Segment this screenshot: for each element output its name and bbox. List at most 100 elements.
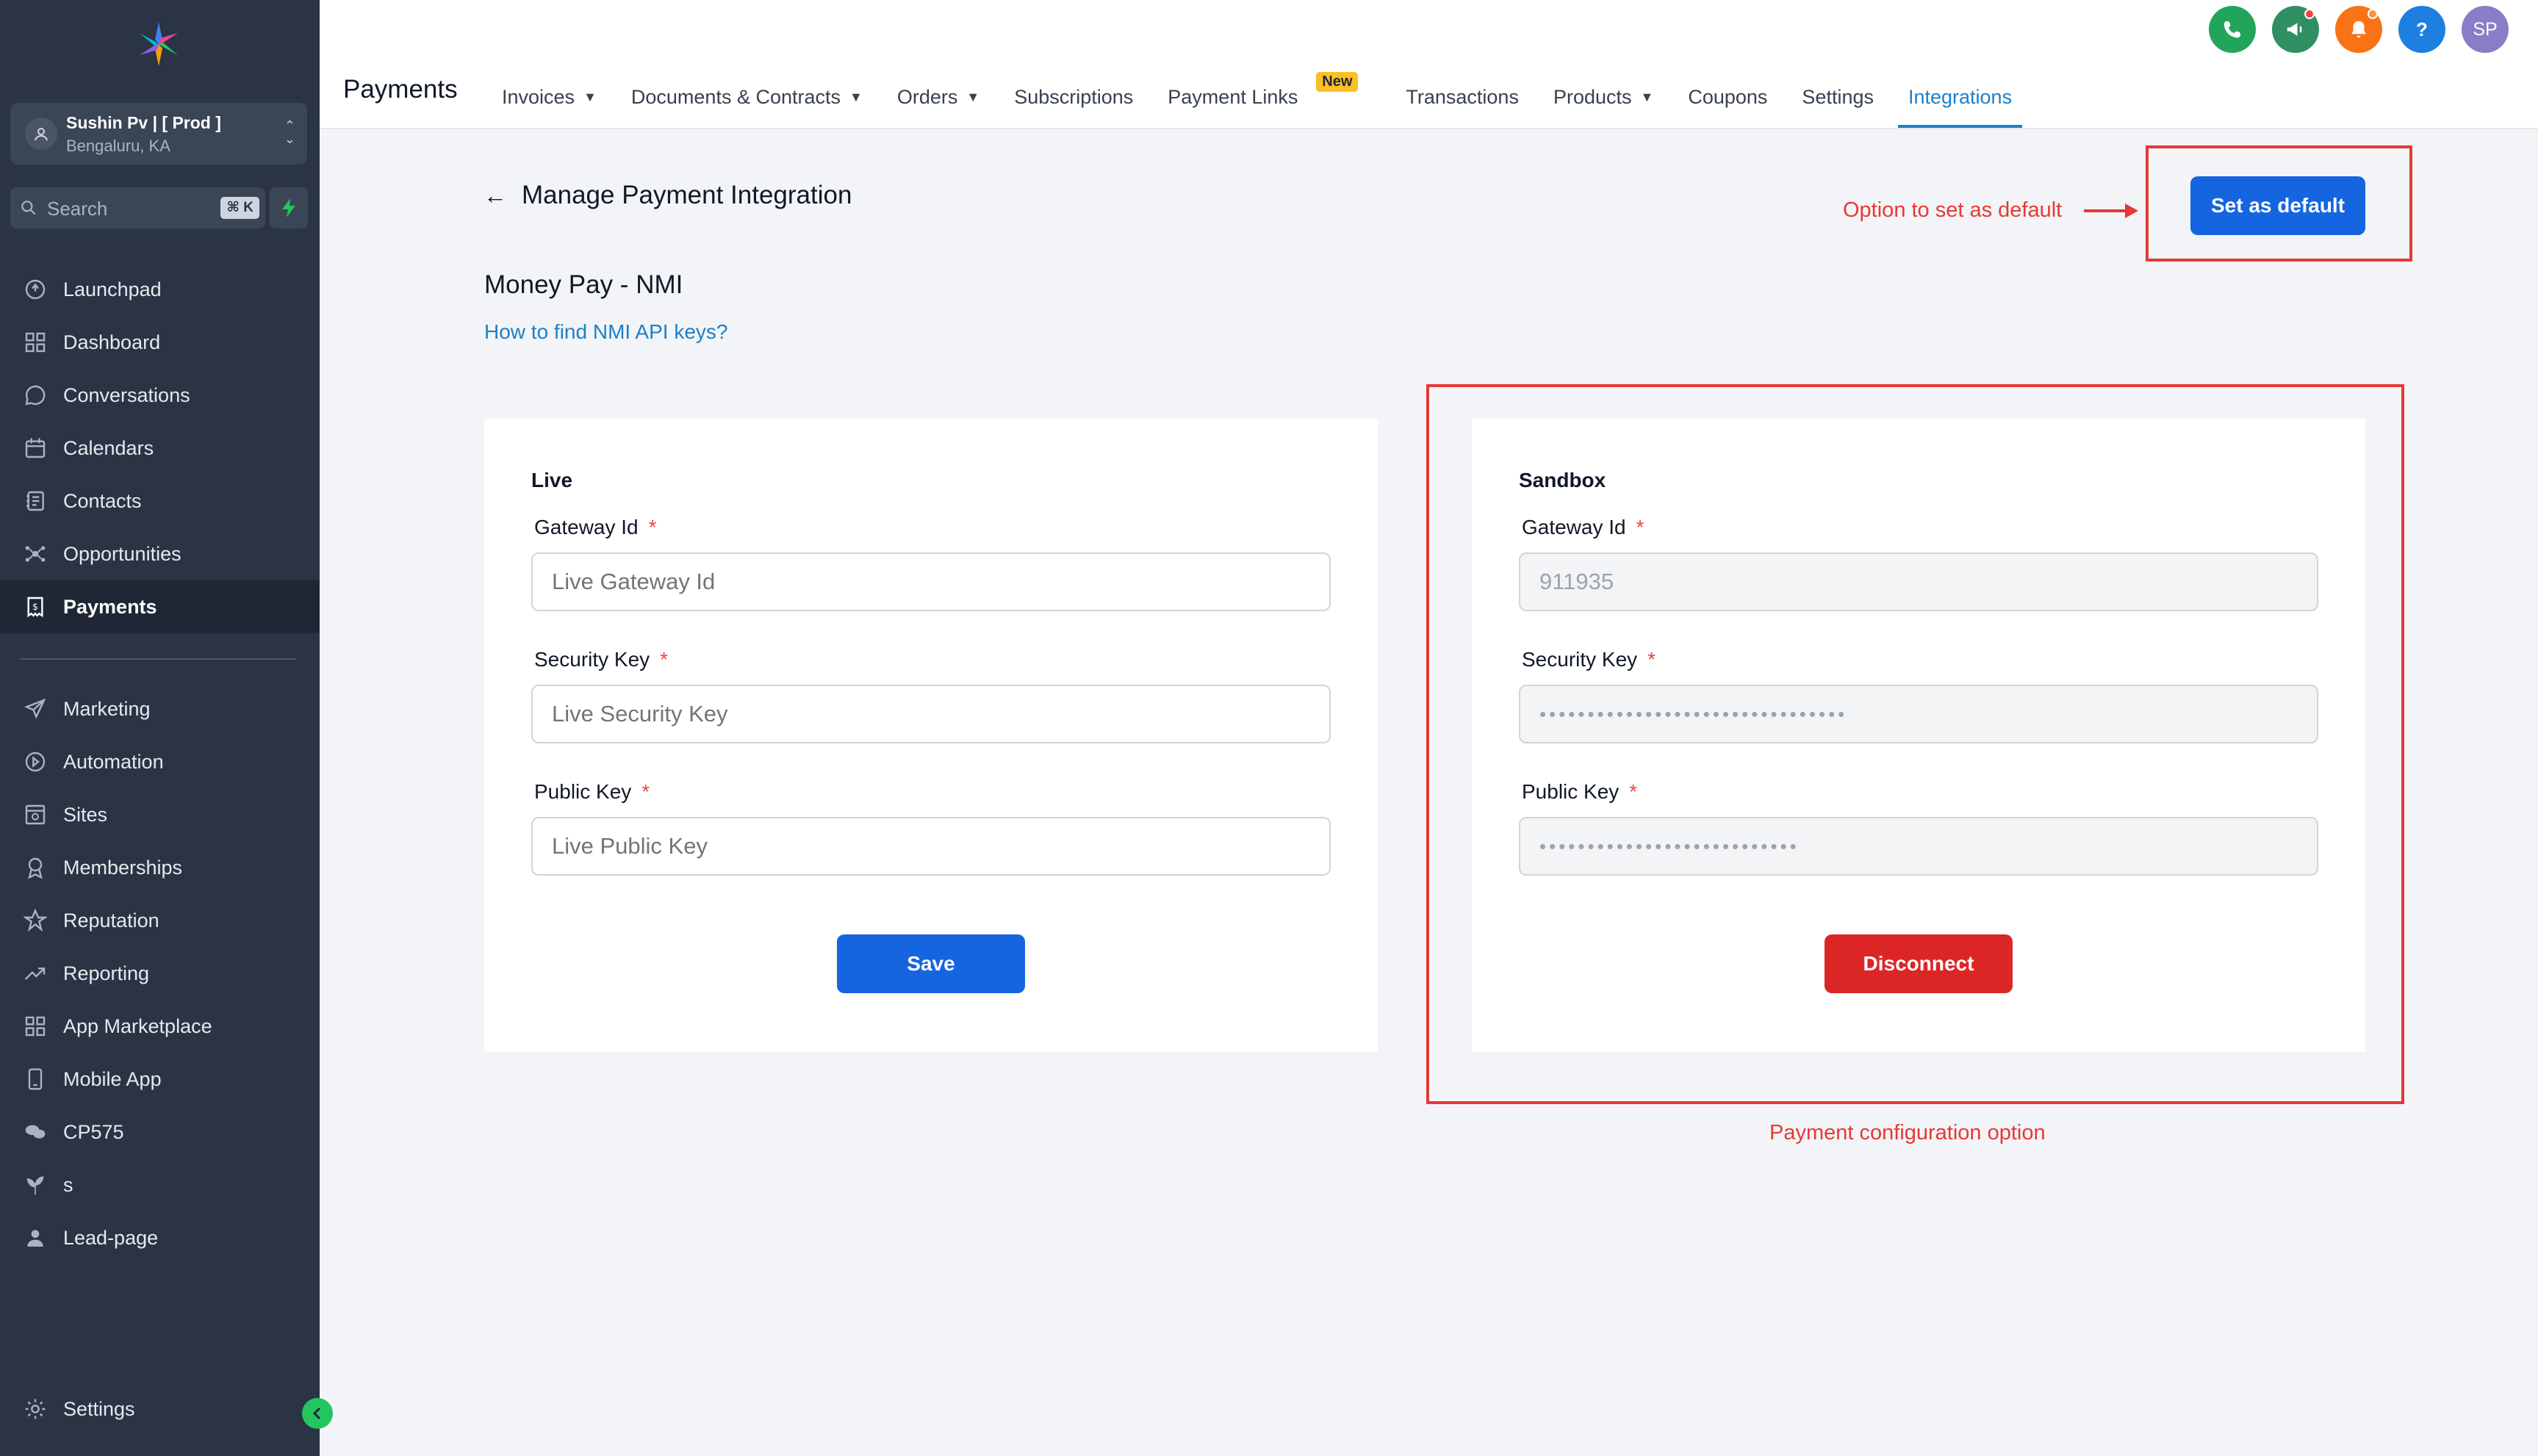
tab-label: Integrations xyxy=(1908,85,2013,108)
sidebar-item-label: s xyxy=(63,1173,73,1196)
nmi-api-keys-help-link[interactable]: How to find NMI API keys? xyxy=(484,320,727,344)
sidebar-search[interactable]: Search ⌘ K xyxy=(10,187,265,228)
trend-icon xyxy=(21,959,50,988)
help-icon[interactable]: ? xyxy=(2398,6,2445,53)
payments-icon: $ xyxy=(21,592,50,621)
config-annotation: Payment configuration option xyxy=(1769,1121,2046,1145)
back-arrow-icon[interactable]: ← xyxy=(483,182,507,209)
provider-name: Money Pay - NMI xyxy=(484,270,683,299)
tab-coupons[interactable]: Coupons xyxy=(1688,79,1767,115)
sidebar-item-label: Conversations xyxy=(63,383,190,406)
plant-icon xyxy=(21,1170,50,1200)
sidebar-item-reputation[interactable]: Reputation xyxy=(0,894,320,947)
chevron-down-icon: ▼ xyxy=(966,89,980,104)
sidebar-item-payments[interactable]: $ Payments xyxy=(0,580,320,633)
sidebar-item-label: Opportunities xyxy=(63,542,181,565)
sidebar-item-contacts[interactable]: Contacts xyxy=(0,475,320,527)
quick-action-bolt-icon[interactable] xyxy=(270,187,308,228)
bell-icon[interactable] xyxy=(2335,6,2382,53)
account-location: Bengaluru, KA xyxy=(66,137,170,155)
tab-integrations[interactable]: Integrations xyxy=(1897,79,2023,128)
chevron-down-icon: ▼ xyxy=(1640,89,1654,104)
user-avatar[interactable]: SP xyxy=(2462,6,2509,53)
live-card-title: Live xyxy=(531,469,573,491)
account-switcher[interactable]: Sushin Pv | [ Prod ] Bengaluru, KA ⌃ ⌄ xyxy=(10,103,307,165)
live-public-label: Public Key * xyxy=(534,780,650,803)
star-icon xyxy=(21,906,50,935)
sidebar-item-dashboard[interactable]: Dashboard xyxy=(0,316,320,369)
search-icon xyxy=(21,201,36,215)
tab-documents-contracts[interactable]: Documents & Contracts ▼ xyxy=(631,79,863,115)
tab-label: Invoices xyxy=(502,85,575,108)
user-icon xyxy=(21,1223,50,1253)
automation-icon xyxy=(21,747,50,776)
sidebar-item-memberships[interactable]: Memberships xyxy=(0,841,320,894)
contacts-icon xyxy=(21,486,50,516)
launchpad-icon xyxy=(21,275,50,304)
collapse-sidebar-chevron-icon[interactable] xyxy=(302,1398,333,1429)
sidebar-item-label: App Marketplace xyxy=(63,1014,212,1037)
tab-invoices[interactable]: Invoices ▼ xyxy=(502,79,597,115)
sidebar-item-reporting[interactable]: Reporting xyxy=(0,947,320,1000)
search-shortcut: ⌘ K xyxy=(220,197,259,219)
chat-bubble-icon xyxy=(21,381,50,410)
sidebar-item-marketing[interactable]: Marketing xyxy=(0,682,320,735)
tab-transactions[interactable]: Transactions xyxy=(1406,79,1519,115)
tab-orders[interactable]: Orders ▼ xyxy=(897,79,979,115)
chat-icon xyxy=(21,1117,50,1147)
gear-icon xyxy=(21,1394,50,1424)
tab-products[interactable]: Products ▼ xyxy=(1553,79,1653,115)
sidebar-item-mobile-app[interactable]: Mobile App xyxy=(0,1053,320,1106)
sidebar-item-label: CP575 xyxy=(63,1120,124,1143)
sidebar-item-label: Reputation xyxy=(63,909,159,931)
live-public-key-input[interactable] xyxy=(531,817,1331,876)
live-gateway-label: Gateway Id * xyxy=(534,516,657,538)
sidebar-item-label: Payments xyxy=(63,595,157,618)
sidebar-item-settings[interactable]: Settings xyxy=(0,1383,320,1435)
payments-tabs: Invoices ▼ Documents & Contracts ▼ Orders ▼… xyxy=(502,72,2046,128)
chevron-updown-icon: ⌃ ⌄ xyxy=(284,118,295,146)
tab-label: Documents & Contracts xyxy=(630,85,841,108)
tab-subscriptions[interactable]: Subscriptions xyxy=(1014,79,1133,115)
top-navigation-bar: ? SP Payments Invoices ▼ Documents & Cont… xyxy=(320,0,2538,129)
sidebar-item-label: Sites xyxy=(63,803,108,826)
sidebar-item-label: Automation xyxy=(63,750,164,773)
sidebar-item-lead-page[interactable]: Lead-page xyxy=(0,1211,320,1264)
send-icon xyxy=(21,694,50,724)
live-gateway-id-input[interactable] xyxy=(531,552,1331,611)
page-title: Payments xyxy=(343,75,458,104)
location-avatar-icon xyxy=(25,118,57,150)
tab-label: Settings xyxy=(1802,85,1874,108)
brand-logo[interactable] xyxy=(131,16,187,72)
sidebar-item-label: Settings xyxy=(63,1397,135,1420)
megaphone-icon[interactable] xyxy=(2272,6,2319,53)
back-header: ← Manage Payment Integration xyxy=(483,181,852,210)
notification-dot xyxy=(2304,9,2315,19)
opportunities-icon xyxy=(21,539,50,569)
set-default-highlight-box xyxy=(2146,145,2412,262)
top-actions: ? SP xyxy=(2209,6,2509,53)
sidebar-item-opportunities[interactable]: Opportunities xyxy=(0,527,320,580)
tab-label: Coupons xyxy=(1688,85,1768,108)
sidebar-item-automation[interactable]: Automation xyxy=(0,735,320,788)
tab-label: Subscriptions xyxy=(1014,85,1134,108)
sidebar-item-conversations[interactable]: Conversations xyxy=(0,369,320,422)
sidebar-item-label: Reporting xyxy=(63,962,150,984)
set-default-annotation: Option to set as default xyxy=(1843,198,2063,222)
save-button[interactable]: Save xyxy=(837,934,1025,993)
sidebar-item-s[interactable]: s xyxy=(0,1158,320,1211)
sidebar-item-label: Marketing xyxy=(63,697,151,720)
sidebar-item-launchpad[interactable]: Launchpad xyxy=(0,263,320,316)
dashboard-icon xyxy=(21,328,50,357)
phone-icon[interactable] xyxy=(2209,6,2256,53)
sidebar-item-app-marketplace[interactable]: App Marketplace xyxy=(0,1000,320,1053)
sidebar-divider xyxy=(21,658,296,660)
sidebar-item-cp575[interactable]: CP575 xyxy=(0,1106,320,1158)
sidebar-item-label: Lead-page xyxy=(63,1226,159,1249)
tab-payment-links[interactable]: Payment Links New xyxy=(1168,72,1359,115)
live-security-key-input[interactable] xyxy=(531,685,1331,743)
tab-settings[interactable]: Settings xyxy=(1802,79,1874,115)
section-heading: Manage Payment Integration xyxy=(522,181,852,209)
sidebar-item-sites[interactable]: Sites xyxy=(0,788,320,841)
sidebar-item-calendars[interactable]: Calendars xyxy=(0,422,320,475)
